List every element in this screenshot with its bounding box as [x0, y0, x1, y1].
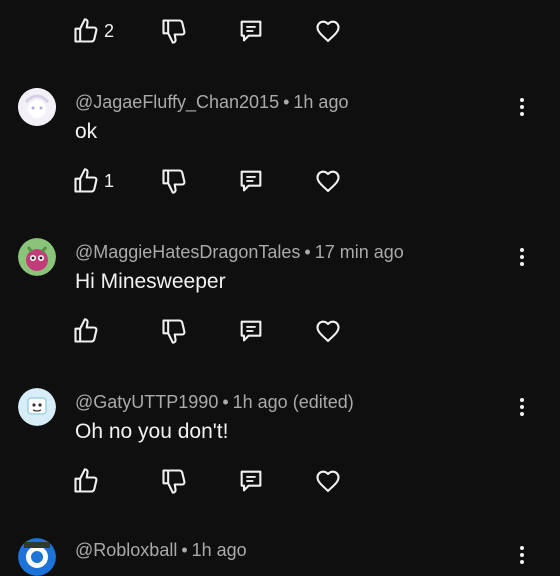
comment-time: 17 min ago	[314, 242, 404, 262]
avatar[interactable]	[18, 238, 56, 276]
more-vert-icon	[520, 98, 524, 102]
reply-icon	[237, 317, 265, 345]
separator: •	[222, 392, 229, 412]
author-name[interactable]: @GatyUTTP1990	[75, 392, 218, 412]
heart-button[interactable]	[314, 16, 342, 46]
heart-icon	[314, 467, 342, 495]
reply-button[interactable]	[237, 166, 265, 196]
heart-button[interactable]	[314, 466, 342, 496]
separator: •	[181, 540, 188, 560]
comment-actions	[0, 316, 560, 350]
dislike-button[interactable]	[160, 316, 188, 346]
comment-header: @Robloxball • 1h ago	[75, 540, 247, 561]
more-options-button[interactable]	[510, 541, 534, 569]
comment-actions	[0, 466, 560, 500]
like-button[interactable]: 2	[72, 16, 114, 46]
reply-icon	[237, 467, 265, 495]
heart-button[interactable]	[314, 166, 342, 196]
more-vert-icon	[520, 248, 524, 252]
comment-time: 1h ago (edited)	[232, 392, 354, 412]
dislike-button[interactable]	[160, 466, 188, 496]
separator: •	[283, 92, 290, 112]
avatar[interactable]	[18, 388, 56, 426]
more-vert-icon	[520, 398, 524, 402]
reply-button[interactable]	[237, 316, 265, 346]
heart-icon	[314, 317, 342, 345]
separator: •	[304, 242, 311, 262]
like-button[interactable]	[72, 466, 100, 496]
like-icon	[72, 467, 100, 495]
reply-icon	[237, 17, 265, 45]
comment-actions: 2	[0, 16, 560, 50]
avatar[interactable]	[18, 88, 56, 126]
heart-button[interactable]	[314, 316, 342, 346]
dislike-button[interactable]	[160, 16, 188, 46]
author-name[interactable]: @MaggieHatesDragonTales	[75, 242, 300, 262]
comment-header: @JagaeFluffy_Chan2015 • 1h ago	[75, 92, 348, 113]
avatar[interactable]	[18, 538, 56, 576]
comment-time: 1h ago	[293, 92, 349, 112]
comment-actions: 1	[0, 166, 560, 200]
dislike-button[interactable]	[160, 166, 188, 196]
author-name[interactable]: @Robloxball	[75, 540, 177, 560]
comment-time: 1h ago	[191, 540, 247, 560]
more-options-button[interactable]	[510, 393, 534, 421]
comment-text: Oh no you don't!	[75, 420, 229, 443]
heart-icon	[314, 167, 342, 195]
like-count: 1	[104, 170, 115, 191]
comment-text: ok	[75, 120, 98, 143]
like-button[interactable]: 1	[72, 166, 114, 196]
like-icon	[72, 167, 100, 195]
like-button[interactable]	[72, 316, 100, 346]
reply-icon	[237, 167, 265, 195]
author-name[interactable]: @JagaeFluffy_Chan2015	[75, 92, 279, 112]
like-icon	[72, 17, 100, 45]
heart-icon	[314, 17, 342, 45]
more-options-button[interactable]	[510, 93, 534, 121]
comment-header: @MaggieHatesDragonTales • 17 min ago	[75, 242, 404, 263]
dislike-icon	[160, 167, 188, 195]
dislike-icon	[160, 317, 188, 345]
comment-header: @GatyUTTP1990 • 1h ago (edited)	[75, 392, 354, 413]
like-count: 2	[104, 20, 115, 41]
comment-text: Hi Minesweeper	[75, 270, 226, 293]
dislike-icon	[160, 467, 188, 495]
more-options-button[interactable]	[510, 243, 534, 271]
like-icon	[72, 317, 100, 345]
reply-button[interactable]	[237, 466, 265, 496]
dislike-icon	[160, 17, 188, 45]
reply-button[interactable]	[237, 16, 265, 46]
more-vert-icon	[520, 546, 524, 550]
